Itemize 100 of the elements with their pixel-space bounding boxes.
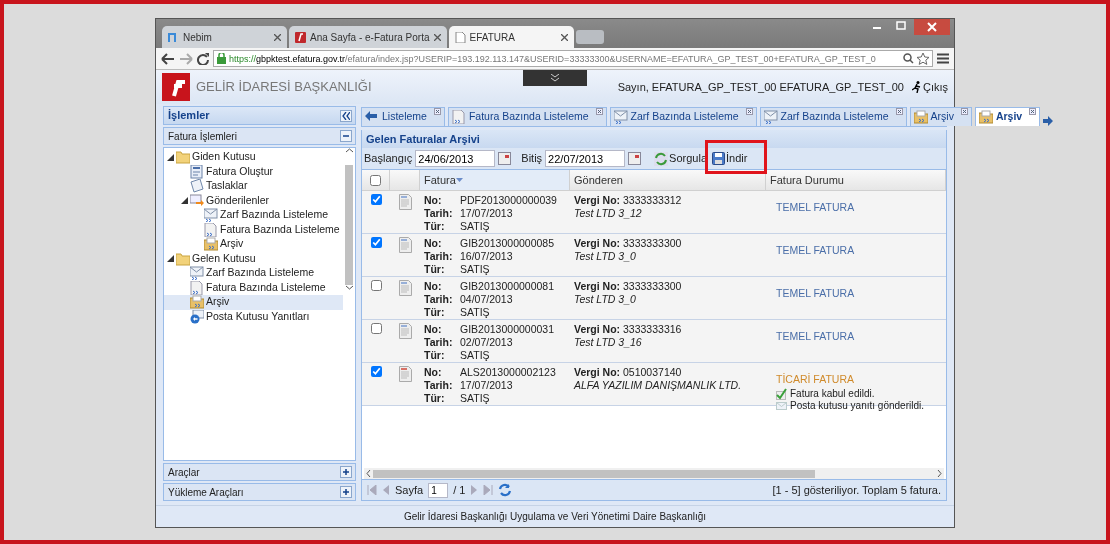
close-icon[interactable] [895, 108, 903, 115]
envelope-icon [763, 110, 778, 124]
close-icon[interactable] [595, 108, 603, 115]
close-icon[interactable] [433, 108, 441, 115]
page-field[interactable]: 1 [428, 482, 449, 498]
accordion-header[interactable]: Yükleme Araçları [163, 483, 356, 501]
double-chevron-down-icon [551, 74, 559, 82]
tab[interactable]: Zarf Bazında Listeleme [759, 107, 907, 126]
accordion-header[interactable]: Fatura İşlemleri [163, 127, 356, 145]
star-icon[interactable] [917, 52, 929, 65]
close-icon[interactable] [560, 33, 568, 41]
tree-item[interactable]: Taslaklar [164, 179, 343, 194]
field-label: Tür: [424, 306, 446, 319]
reload-icon[interactable] [197, 52, 209, 65]
column-header[interactable]: Fatura Durumu [766, 170, 946, 190]
tab[interactable]: Arşiv [909, 107, 972, 126]
field-value: SATIŞ [460, 306, 491, 319]
accordion-header[interactable]: Araçlar [163, 463, 356, 481]
right-arrow-icon[interactable] [1043, 116, 1054, 126]
expanded-triangle-icon[interactable] [181, 197, 188, 205]
field-label: Tür: [424, 392, 446, 405]
select-all-checkbox[interactable] [370, 174, 381, 186]
close-icon[interactable] [1029, 108, 1037, 115]
tree-item[interactable]: Posta Kutusu Yanıtları [164, 309, 343, 324]
notepad-icon [190, 179, 204, 194]
browser-tab[interactable]: Ana Sayfa - e-Fatura Porta [289, 26, 447, 48]
field-label: Vergi No: [574, 323, 621, 335]
tree-item[interactable]: Gönderilenler [164, 193, 343, 208]
document-icon [398, 366, 412, 382]
collapse-button[interactable] [340, 109, 352, 122]
calendar-icon[interactable] [498, 152, 512, 165]
expand-button[interactable] [340, 486, 352, 498]
close-icon[interactable] [960, 108, 968, 115]
sidebar-title: İşlemler [168, 108, 210, 124]
row-checkbox[interactable] [370, 237, 382, 248]
collapse-button[interactable] [340, 130, 352, 142]
row-checkbox[interactable] [370, 280, 382, 291]
up-chevron-icon [345, 148, 353, 153]
zoom-icon[interactable] [903, 53, 914, 64]
collapse-handle[interactable] [523, 70, 587, 86]
field-value: SATIŞ [460, 349, 491, 362]
sender-name: Test LTD 3_16 [574, 336, 643, 349]
tree-item[interactable]: Fatura Oluştur [164, 164, 343, 179]
address-field[interactable]: https://gbpktest.efatura.gov.tr/efatura/index.jsp?USERIP=193.192.113.147&USERID=33333300&USERNAME=EFATURA_GP_TEST_00+EFATURA_GP_TEST_0 [213, 50, 933, 67]
close-icon[interactable] [914, 19, 950, 35]
logout-link[interactable]: Çıkış [911, 78, 948, 96]
section-title: Yükleme Araçları [168, 485, 244, 500]
field-value: 3333333312 [623, 194, 682, 206]
field-value: 17/07/2013 [460, 207, 514, 220]
expanded-triangle-icon[interactable] [167, 153, 174, 161]
browser-tab[interactable]: EFATURA [448, 26, 574, 48]
page-icon [454, 31, 466, 43]
tree-item[interactable]: Arşiv [164, 237, 343, 252]
sender-name: ALFA YAZILIM DANIŞMANLIK LTD. [574, 379, 743, 392]
back-icon[interactable] [161, 52, 175, 65]
scrollbar[interactable] [364, 468, 944, 479]
row-checkbox[interactable] [370, 194, 382, 205]
tree-item[interactable]: Arşiv [164, 295, 343, 310]
field-value: SATIŞ [460, 220, 491, 233]
menu-icon[interactable] [937, 53, 949, 64]
tree-item[interactable]: Zarf Bazında Listeleme [164, 266, 343, 281]
status-note: Posta kutusu yanıtı gönderildi. [790, 399, 924, 412]
row-checkbox[interactable] [370, 323, 382, 334]
section-title: Araçlar [168, 465, 200, 480]
double-chevron-left-icon [342, 111, 350, 120]
download-button[interactable]: İndir [711, 150, 749, 167]
field-value: SATIŞ [460, 392, 491, 405]
expanded-triangle-icon[interactable] [167, 255, 174, 263]
row-checkbox[interactable] [370, 366, 382, 377]
refresh-icon[interactable] [498, 483, 513, 497]
close-icon[interactable] [433, 33, 441, 41]
expand-button[interactable] [340, 466, 352, 478]
calendar-icon[interactable] [628, 152, 642, 165]
tree-item[interactable]: Gelen Kutusu [164, 251, 343, 266]
column-header[interactable]: Gönderen [570, 170, 766, 190]
page-total: / 1 [453, 482, 466, 498]
tree-item[interactable]: Fatura Bazında Listeleme [164, 222, 343, 237]
tab[interactable]: Arşiv [974, 107, 1041, 126]
plus-icon [342, 468, 350, 477]
tree-item[interactable]: Zarf Bazında Listeleme [164, 208, 343, 223]
close-icon[interactable] [274, 33, 281, 41]
field-label: Tür: [424, 349, 446, 362]
tree-item[interactable]: Giden Kutusu [164, 150, 343, 165]
tree-item[interactable]: Fatura Bazında Listeleme [164, 280, 343, 295]
document-icon [190, 280, 204, 295]
document-icon [451, 110, 466, 124]
field-label: Tarih: [424, 207, 454, 220]
tab[interactable]: Zarf Bazında Listeleme [609, 107, 757, 126]
close-icon[interactable] [745, 108, 753, 115]
field-label: Tarih: [424, 293, 454, 306]
sender-name: Test LTD 3_12 [574, 207, 643, 220]
date-field[interactable]: 22/07/2013 [545, 150, 626, 167]
browser-tab[interactable]: Nebim [162, 26, 287, 48]
panel-title: Gelen Faturalar Arşivi [362, 130, 946, 148]
date-field[interactable]: 24/06/2013 [415, 150, 496, 167]
tab[interactable]: Fatura Bazında Listeleme [447, 107, 607, 126]
invoice-status: TEMEL FATURA [776, 200, 856, 215]
document-icon [398, 323, 412, 339]
tab[interactable]: Listeleme [361, 107, 445, 126]
column-header[interactable]: Fatura [420, 170, 570, 190]
